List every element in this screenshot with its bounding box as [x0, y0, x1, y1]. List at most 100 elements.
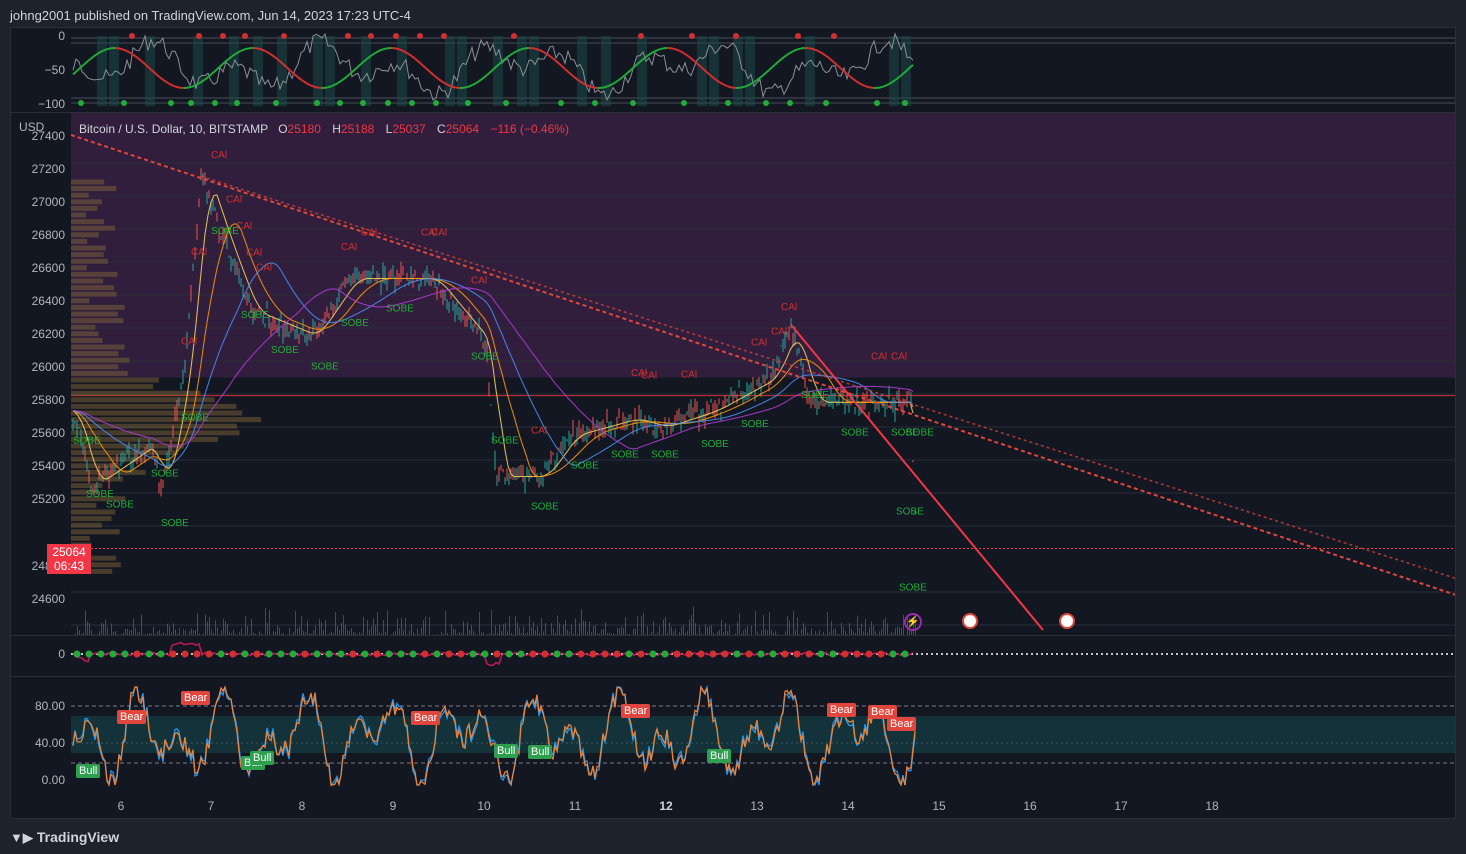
- volume-profile-bar: [71, 535, 90, 541]
- momentum-pane[interactable]: 0: [11, 636, 1455, 676]
- sobe-signal-label: SOBE: [531, 502, 559, 513]
- volume-bar: [763, 615, 764, 635]
- bull-badge: Bull: [76, 764, 101, 778]
- volume-bar: [375, 625, 376, 635]
- bull-badge: Bull: [494, 744, 519, 758]
- momentum-dot: [649, 650, 657, 658]
- momentum-dot: [469, 650, 477, 658]
- signal-segment: [474, 80, 479, 85]
- signal-segment: [402, 49, 407, 54]
- volume-bar: [725, 622, 726, 635]
- momentum-dot: [877, 650, 885, 658]
- tradingview-logo[interactable]: ▼▶ TradingView: [10, 829, 119, 846]
- momentum-dot: [229, 650, 237, 658]
- volume-bar: [371, 626, 372, 635]
- volume-profile-bar: [71, 265, 87, 271]
- sell-dot: [281, 33, 287, 39]
- stochastic-pane[interactable]: 80.00 40.00 0.00 Bear Bear Bear Bear Bea…: [11, 677, 1455, 795]
- volume-bar: [693, 606, 694, 635]
- buy-dot: [902, 100, 908, 106]
- volume-bar: [739, 613, 740, 635]
- volume-bar: [345, 624, 346, 635]
- volume-bar: [401, 618, 402, 635]
- signal-segment: [72, 70, 77, 76]
- signal-segment: [210, 71, 215, 76]
- volume-profile-bar: [71, 212, 87, 218]
- sell-dot: [417, 33, 423, 39]
- buy-dot: [385, 100, 391, 106]
- signal-segment: [117, 47, 122, 50]
- last-price-tag: 25064 06:43: [47, 544, 91, 574]
- chart-frame[interactable]: 0 −50 −100 CAl CAl CAl CAl CAl CAl CAl CAl CAl CA…: [10, 27, 1456, 819]
- signal-segment: [504, 55, 509, 60]
- time-axis-label: 11: [568, 799, 582, 813]
- momentum-dot: [265, 650, 273, 658]
- top-axis-label-100: −100: [37, 97, 65, 111]
- volume-bar: [691, 615, 692, 635]
- volume-bar: [445, 610, 446, 635]
- momentum-dot: [889, 650, 897, 658]
- signal-segment: [729, 86, 734, 89]
- signal-segment: [243, 47, 248, 51]
- us-flag-event-icon[interactable]: [962, 613, 978, 629]
- cal-signal-label: CAl: [891, 351, 907, 362]
- volume-bar: [423, 620, 424, 635]
- main-price-pane[interactable]: CAl CAl CAl CAl CAl CAl CAl CAl CAl CAl CAl CAl CAl C…: [11, 113, 1455, 635]
- cal-signal-label: CAl: [781, 302, 797, 313]
- signal-segment: [507, 53, 512, 58]
- volume-bar: [463, 621, 464, 635]
- signal-segment: [93, 53, 98, 58]
- signal-segment: [759, 74, 764, 79]
- volume-bar: [871, 621, 872, 635]
- signal-segment: [414, 57, 419, 62]
- momentum-dot: [625, 650, 633, 658]
- momentum-dot: [373, 650, 381, 658]
- close-value: 25064: [445, 122, 480, 136]
- buy-dot: [337, 100, 343, 106]
- momentum-dot: [829, 650, 837, 658]
- volume-bar: [277, 625, 278, 635]
- signal-segment: [258, 47, 263, 51]
- volume-bar: [215, 620, 216, 635]
- time-axis-label: 13: [750, 799, 764, 813]
- signal-segment: [75, 68, 80, 73]
- zone-shade: [889, 36, 899, 106]
- close-label: C: [437, 122, 446, 136]
- volume-bar: [729, 625, 730, 635]
- buy-dot: [409, 100, 415, 106]
- lightning-icon[interactable]: ⚡: [904, 613, 922, 631]
- signal-segment: [486, 71, 491, 76]
- signal-segment: [324, 86, 329, 89]
- top-oscillator-pane[interactable]: 0 −50 −100: [11, 28, 1455, 112]
- signal-segment: [651, 50, 656, 54]
- signal-segment: [657, 47, 662, 51]
- signal-segment: [435, 76, 440, 81]
- signal-segment: [654, 48, 659, 53]
- symbol-legend[interactable]: Bitcoin / U.S. Dollar, 10, BITSTAMP O251…: [79, 122, 577, 136]
- volume-bar: [755, 610, 756, 635]
- momentum-dot: [385, 650, 393, 658]
- volume-bar: [835, 628, 836, 635]
- momentum-dot: [673, 650, 681, 658]
- signal-segment: [453, 86, 458, 89]
- cal-signal-label: CAl: [226, 195, 242, 206]
- signal-segment: [306, 82, 311, 86]
- volume-bar: [831, 620, 832, 635]
- volume-profile-bar: [71, 410, 243, 416]
- us-flag-event-icon[interactable]: [1059, 613, 1075, 629]
- volume-bar: [425, 616, 426, 635]
- zone-shade: [325, 36, 335, 106]
- signal-segment: [810, 47, 815, 51]
- momentum-dot: [97, 650, 105, 658]
- volume-bar: [421, 627, 422, 635]
- volume-bar: [663, 619, 664, 635]
- volume-bar: [77, 626, 78, 635]
- volume-bar: [797, 617, 798, 635]
- volume-bar: [505, 623, 506, 635]
- volume-bar: [467, 622, 468, 635]
- volume-bar: [621, 626, 622, 635]
- open-label: O: [278, 122, 288, 136]
- sobe-signal-label: SOBE: [471, 352, 499, 363]
- signal-segment: [246, 47, 251, 50]
- price-axis-label: 26000: [31, 360, 65, 374]
